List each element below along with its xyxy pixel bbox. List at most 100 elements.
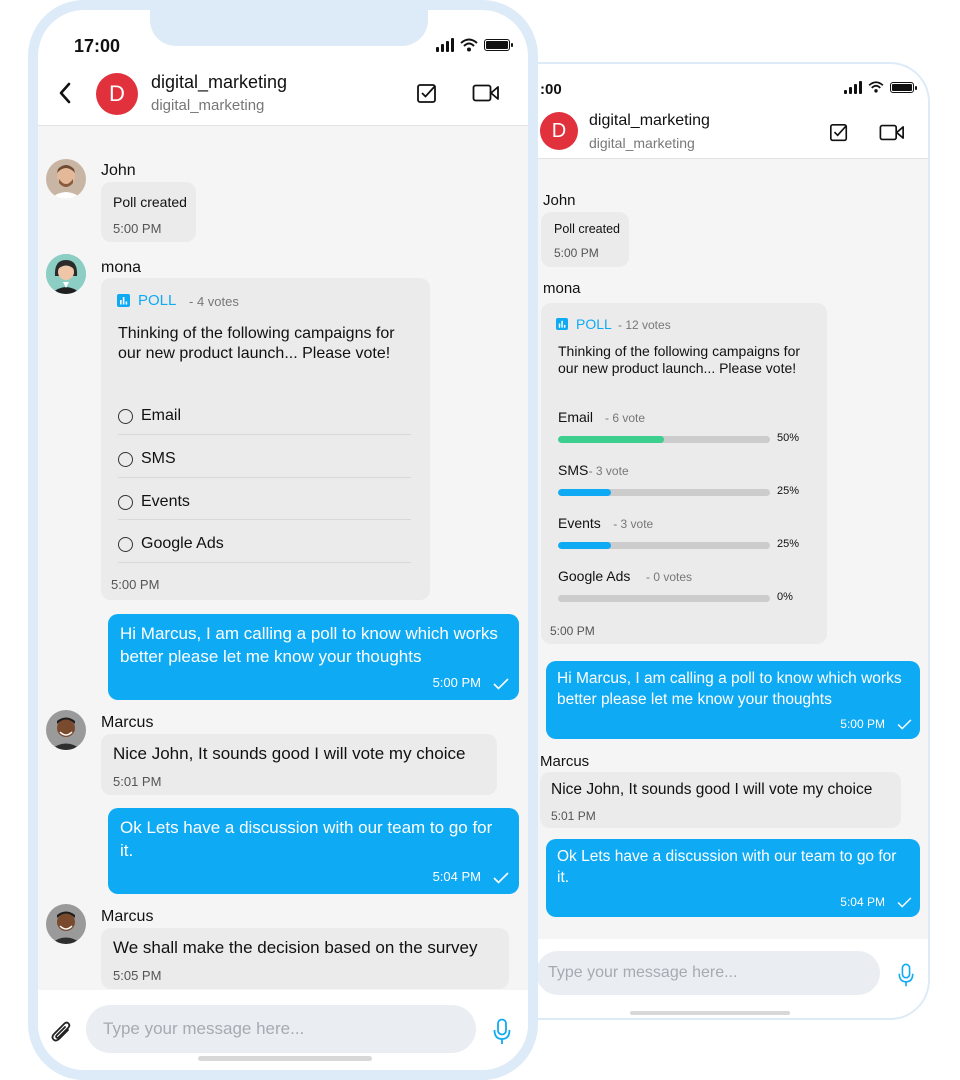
divider <box>118 562 411 563</box>
poll-result-label: Email <box>558 409 594 425</box>
poll-result-votes: - 6 vote <box>605 411 646 425</box>
poll-results-card: POLL - 12 votes Thinking of the followin… <box>541 303 827 644</box>
poll-result-bar-fill <box>558 542 611 549</box>
poll-label: POLL <box>138 292 177 309</box>
message-text: Poll created <box>113 194 187 210</box>
read-check-icon <box>493 678 509 690</box>
poll-icon <box>117 294 130 307</box>
message-time: 5:00 PM <box>840 717 885 731</box>
poll-question: Thinking of the following campaigns for … <box>558 343 801 376</box>
battery-icon <box>484 39 513 51</box>
poll-result-bar-fill <box>558 436 664 443</box>
divider <box>118 434 411 435</box>
attachment-icon[interactable] <box>50 1019 74 1045</box>
chat-header: D digital_marketing digital_marketing <box>538 104 928 159</box>
microphone-icon[interactable] <box>492 1018 512 1046</box>
message-text: Poll created <box>554 222 621 236</box>
poll-result-percent: 25% <box>777 485 800 497</box>
poll-option-google-ads[interactable]: Google Ads <box>118 535 224 553</box>
message-bubble-outgoing[interactable]: Ok Lets have a discussion with our team … <box>108 808 519 894</box>
poll-result-percent: 0% <box>777 591 793 603</box>
message-bubble[interactable]: Nice John, It sounds good I will vote my… <box>540 772 901 828</box>
message-time: 5:00 PM <box>113 221 162 236</box>
message-time: 5:00 PM <box>432 675 481 690</box>
status-icons <box>844 80 917 94</box>
wifi-icon <box>460 38 478 52</box>
message-time: 5:01 PM <box>551 809 596 823</box>
group-avatar[interactable]: D <box>540 112 578 150</box>
status-time: 17:00 <box>74 36 121 56</box>
status-icons <box>436 38 513 52</box>
message-time: 5:00 PM <box>111 577 160 592</box>
chat-header: D digital_marketing digital_marketing <box>38 60 528 126</box>
message-bubble-outgoing[interactable]: Ok Lets have a discussion with our team … <box>546 839 920 917</box>
poll-option-sms[interactable]: SMS <box>118 450 176 468</box>
poll-result-bar <box>558 595 770 602</box>
poll-result-votes: - 3 vote <box>588 464 629 478</box>
message-time: 5:00 PM <box>554 246 599 260</box>
message-time: 5:01 PM <box>113 774 162 789</box>
home-indicator <box>198 1056 372 1061</box>
sender-name: Marcus <box>101 714 154 731</box>
sender-name: mona <box>101 259 142 276</box>
battery-icon <box>890 81 917 93</box>
video-call-icon[interactable] <box>879 124 905 141</box>
avatar-john <box>46 159 86 199</box>
poll-card: POLL - 4 votes Thinking of the following… <box>101 278 430 600</box>
wifi-icon <box>868 81 884 93</box>
message-bubble[interactable]: Nice John, It sounds good I will vote my… <box>101 734 497 795</box>
message-time: 5:05 PM <box>113 968 162 983</box>
poll-result-bar <box>558 542 770 549</box>
avatar-mona <box>46 254 86 294</box>
microphone-icon[interactable] <box>897 963 915 988</box>
divider <box>118 519 411 520</box>
poll-result-percent: 50% <box>777 432 800 444</box>
chat-title: digital_marketing <box>589 112 710 129</box>
poll-vote-count: - 12 votes <box>618 318 671 332</box>
sender-name: mona <box>543 280 581 297</box>
poll-result-percent: 25% <box>777 538 800 550</box>
composer <box>538 939 928 1018</box>
group-avatar[interactable]: D <box>96 73 138 115</box>
message-bubble-outgoing[interactable]: Hi Marcus, I am calling a poll to know w… <box>108 614 519 700</box>
message-bubble[interactable]: Poll created 5:00 PM <box>541 212 629 267</box>
poll-option-events[interactable]: Events <box>118 493 190 511</box>
chat-subtitle: digital_marketing <box>151 97 265 114</box>
sender-name: Marcus <box>540 753 590 770</box>
task-check-icon[interactable] <box>829 123 849 143</box>
back-arrow-icon[interactable] <box>58 82 72 104</box>
poll-result-label: Google Ads <box>558 568 631 584</box>
radio-icon <box>118 536 133 552</box>
message-input[interactable] <box>86 1005 476 1053</box>
video-call-icon[interactable] <box>472 84 500 102</box>
poll-result-label: Events <box>558 515 601 531</box>
signal-icon <box>436 38 454 52</box>
poll-option-email[interactable]: Email <box>118 407 181 425</box>
message-bubble-outgoing[interactable]: Hi Marcus, I am calling a poll to know w… <box>546 661 920 739</box>
message-text: Nice John, It sounds good I will vote my… <box>113 744 466 763</box>
radio-icon <box>118 494 133 510</box>
home-indicator <box>630 1011 790 1015</box>
message-time: 5:04 PM <box>840 895 885 909</box>
poll-vote-count: - 4 votes <box>189 294 239 309</box>
avatar-marcus <box>46 710 86 750</box>
task-check-icon[interactable] <box>416 83 438 105</box>
message-text: Hi Marcus, I am calling a poll to know w… <box>557 670 902 708</box>
poll-label: POLL <box>576 316 612 332</box>
message-list: John Poll created 5:00 PM mona POLL - 4 … <box>38 126 528 1004</box>
read-check-icon <box>493 872 509 884</box>
message-input[interactable] <box>538 951 880 995</box>
message-time: 5:04 PM <box>432 869 481 884</box>
radio-icon <box>118 451 133 467</box>
message-bubble[interactable]: Poll created 5:00 PM <box>101 182 196 242</box>
sender-name: Marcus <box>101 908 154 925</box>
composer <box>38 990 528 1070</box>
phone-front: 17:00 D digital_marketing digital_market… <box>28 0 538 1080</box>
poll-result-bar-fill <box>558 489 611 496</box>
message-text: We shall make the decision based on the … <box>113 938 478 957</box>
chat-subtitle: digital_marketing <box>589 135 695 151</box>
divider <box>118 477 411 478</box>
poll-icon <box>556 318 568 330</box>
message-bubble[interactable]: We shall make the decision based on the … <box>101 928 509 989</box>
radio-icon <box>118 408 133 424</box>
